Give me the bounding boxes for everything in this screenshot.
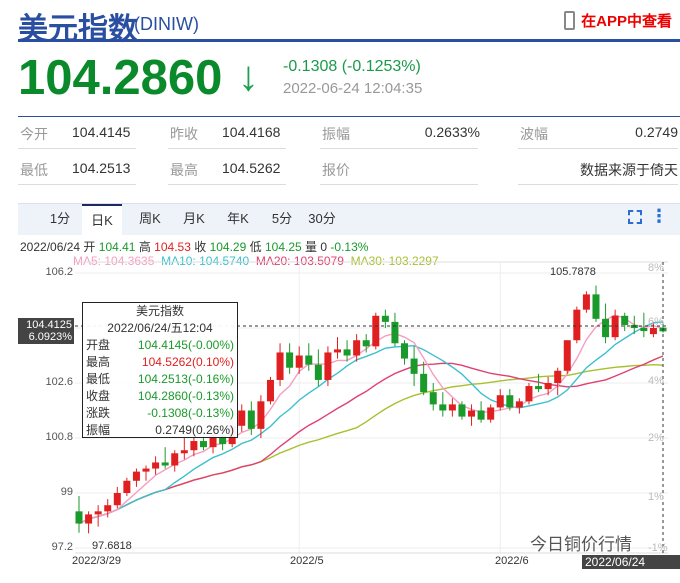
crosshair-price: 104.4125 — [26, 319, 72, 331]
tooltip-row-value: 104.4145(-0.00%) — [137, 338, 234, 352]
candle-body — [621, 315, 629, 325]
candle-body — [640, 328, 648, 332]
tooltip-row: 涨跌 -0.1308(-0.13%) — [83, 405, 237, 422]
y-tick-label: 97.2 — [51, 541, 73, 553]
candle-body — [180, 450, 188, 454]
tooltip-row-value: 0.2749(0.26%) — [155, 423, 234, 437]
max-label: 105.7878 — [550, 266, 596, 278]
tooltip-row-value: 104.2860(-0.13%) — [137, 389, 234, 403]
candle-body — [333, 349, 341, 353]
candle-body — [343, 349, 351, 356]
tooltip-title: 美元指数 — [135, 304, 184, 318]
x-tick-label: 2022/5 — [290, 555, 324, 567]
candle-body — [362, 340, 370, 347]
tooltip-row: 最低 104.2513(-0.16%) — [83, 371, 237, 388]
candle-body — [401, 343, 409, 359]
candle-body — [324, 352, 332, 380]
candle-body — [94, 511, 102, 515]
candle-body — [391, 321, 399, 344]
candle-body — [420, 373, 428, 393]
candle-body — [132, 471, 140, 481]
tooltip: 美元指数 2022/06/24/五12:04 开盘 104.4145(-0.00%… — [82, 302, 238, 438]
candle-body — [247, 410, 255, 429]
pct-tick-label: -1% — [648, 542, 668, 554]
tooltip-row-value: 104.5262(0.10%) — [141, 355, 234, 369]
candle-body — [525, 386, 533, 402]
tooltip-row-label: 开盘 — [86, 338, 111, 352]
candle-body — [592, 294, 600, 319]
candle-body — [305, 355, 313, 365]
candle-body — [544, 383, 552, 390]
candle-body — [314, 364, 322, 380]
candle-body — [582, 294, 590, 310]
candle-body — [649, 328, 657, 335]
tooltip-row-value: 104.2513(-0.16%) — [137, 372, 234, 386]
x-tick-label: 2022/3/29 — [72, 555, 121, 567]
candle-body — [295, 355, 303, 368]
tooltip-row-label: 振幅 — [86, 423, 111, 437]
y-tick-label: 102.6 — [45, 376, 73, 388]
tooltip-row-label: 收盘 — [86, 389, 111, 403]
kline-chart[interactable] — [0, 0, 680, 569]
candle-body — [238, 410, 246, 426]
candle-body — [410, 358, 418, 374]
candle-body — [468, 410, 476, 417]
candle-body — [152, 462, 160, 469]
candle-body — [161, 462, 169, 466]
tooltip-row-label: 最高 — [86, 355, 111, 369]
candle-body — [573, 309, 581, 341]
candle-body — [113, 493, 121, 506]
candle-body — [142, 468, 150, 472]
pct-tick-label: 4% — [648, 375, 664, 387]
candle-body — [487, 407, 495, 420]
tooltip-row: 最高 104.5262(0.10%) — [83, 354, 237, 371]
tooltip-row-label: 最低 — [86, 372, 111, 386]
candle-body — [563, 340, 571, 371]
candle-body — [286, 352, 294, 368]
candle-body — [515, 401, 523, 408]
candle-body — [276, 352, 284, 380]
x-tick-label: 2022/6 — [495, 555, 529, 567]
candle-body — [458, 404, 466, 417]
tooltip-date: 2022/06/24/五12:04 — [107, 321, 213, 335]
candle-body — [190, 441, 198, 451]
candle-body — [506, 395, 514, 408]
candle-body — [75, 511, 83, 524]
y-tick-label: 106.2 — [45, 266, 73, 278]
candle-body — [199, 441, 207, 448]
tooltip-row-label: 涨跌 — [86, 406, 111, 420]
y-tick-label: 100.8 — [45, 431, 73, 443]
candle-body — [85, 514, 93, 524]
candle-body — [353, 340, 361, 356]
crosshair-pct: 6.0923% — [28, 331, 72, 343]
candle-body — [439, 404, 447, 411]
candle-body — [381, 315, 389, 322]
candle-body — [104, 505, 112, 512]
candle-body — [266, 379, 274, 402]
tooltip-row-value: -0.1308(-0.13%) — [147, 406, 234, 420]
candle-body — [257, 401, 265, 429]
candle-body — [372, 315, 380, 347]
candle-body — [448, 404, 456, 411]
tooltip-row: 振幅 0.2749(0.26%) — [83, 422, 237, 439]
watermark: 今日铜价行情 — [530, 535, 632, 554]
pct-tick-label: 1% — [648, 491, 664, 503]
pct-tick-label: 8% — [648, 262, 664, 274]
tooltip-row: 收盘 104.2860(-0.13%) — [83, 388, 237, 405]
candle-body — [429, 392, 437, 405]
crosshair-x-tag: 2022/06/24 12:04 — [582, 555, 680, 583]
candle-body — [535, 386, 543, 390]
crosshair-y-tag: 104.4125 6.0923% — [18, 318, 74, 344]
candle-body — [602, 318, 610, 338]
pct-tick-label: 2% — [648, 432, 664, 444]
y-tick-label: 99 — [60, 486, 73, 498]
candle-body — [123, 480, 131, 493]
min-label: 97.6818 — [92, 540, 132, 552]
pct-tick-label: 6% — [648, 316, 664, 328]
candle-body — [477, 410, 485, 420]
candle-body — [496, 395, 504, 408]
candle-body — [171, 453, 179, 466]
candle-body — [554, 370, 562, 383]
tooltip-row: 开盘 104.4145(-0.00%) — [83, 337, 237, 354]
